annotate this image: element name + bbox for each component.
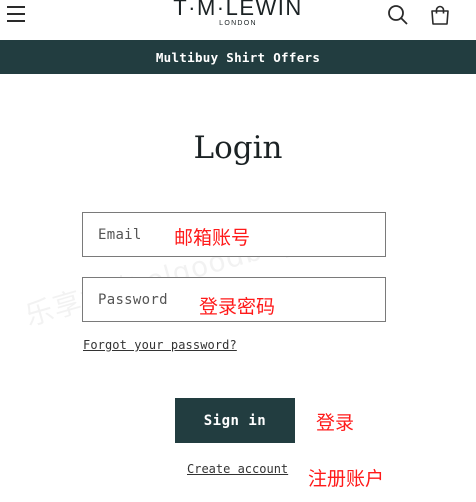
signin-annotation: 登录 [316,412,355,434]
hamburger-icon[interactable] [4,2,28,26]
email-annotation: 邮箱账号 [174,227,251,249]
page-title: Login [193,130,283,166]
cart-icon[interactable] [428,4,452,28]
create-account-annotation: 注册账户 [308,468,385,490]
forgot-password-link[interactable]: Forgot your password? [83,338,237,352]
create-account-link[interactable]: Create account [187,462,288,476]
logo-wordmark: T·M·LEWIN [173,0,303,20]
promo-text[interactable]: Multibuy Shirt Offers [156,50,320,65]
sign-in-button[interactable]: Sign in [175,398,295,443]
search-icon[interactable] [386,3,410,27]
logo-tagline: LONDON [219,20,257,27]
promo-banner[interactable]: Multibuy Shirt Offers [0,40,476,74]
password-annotation: 登录密码 [199,296,276,318]
brand-logo[interactable]: T·M·LEWIN LONDON [150,0,326,27]
site-header: T·M·LEWIN LONDON [0,0,476,40]
